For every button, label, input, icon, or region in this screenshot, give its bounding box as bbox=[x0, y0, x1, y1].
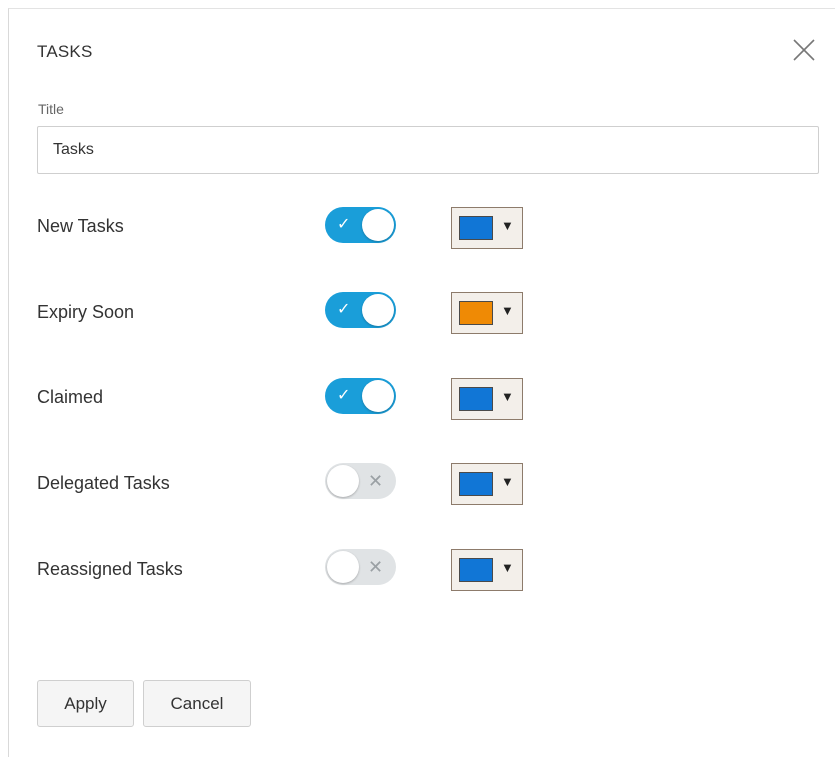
color-swatch bbox=[459, 472, 493, 496]
toggle-reassigned-tasks[interactable]: ✕ bbox=[325, 549, 396, 585]
caret-down-icon: ▼ bbox=[501, 303, 514, 318]
color-picker-expiry-soon[interactable]: ▼ bbox=[451, 292, 523, 334]
toggle-knob bbox=[327, 551, 359, 583]
row-label-expiry-soon: Expiry Soon bbox=[37, 302, 135, 322]
title-input[interactable] bbox=[37, 126, 819, 174]
check-icon: ✓ bbox=[337, 301, 351, 318]
color-picker-delegated-tasks[interactable]: ▼ bbox=[451, 463, 523, 505]
close-icon bbox=[793, 39, 815, 61]
row-label-reassigned-tasks: Reassigned Tasks bbox=[37, 559, 183, 579]
close-button[interactable] bbox=[792, 38, 816, 62]
tasks-dialog bbox=[8, 8, 835, 757]
title-field-label: Title bbox=[38, 101, 64, 117]
x-icon: ✕ bbox=[368, 557, 384, 577]
color-picker-new-tasks[interactable]: ▼ bbox=[451, 207, 523, 249]
x-icon: ✕ bbox=[368, 471, 384, 491]
toggle-claimed[interactable]: ✓ bbox=[325, 378, 396, 414]
toggle-knob bbox=[362, 209, 394, 241]
color-swatch bbox=[459, 301, 493, 325]
toggle-expiry-soon[interactable]: ✓ bbox=[325, 292, 396, 328]
check-icon: ✓ bbox=[337, 387, 351, 404]
color-swatch bbox=[459, 387, 493, 411]
check-icon: ✓ bbox=[337, 216, 351, 233]
toggle-new-tasks[interactable]: ✓ bbox=[325, 207, 396, 243]
toggle-knob bbox=[362, 294, 394, 326]
row-label-claimed: Claimed bbox=[37, 387, 104, 407]
toggle-delegated-tasks[interactable]: ✕ bbox=[325, 463, 396, 499]
toggle-knob bbox=[362, 380, 394, 412]
caret-down-icon: ▼ bbox=[501, 389, 514, 404]
toggle-knob bbox=[327, 465, 359, 497]
cancel-button[interactable]: Cancel bbox=[143, 680, 251, 727]
caret-down-icon: ▼ bbox=[501, 218, 514, 233]
apply-button[interactable]: Apply bbox=[37, 680, 134, 727]
row-label-delegated-tasks: Delegated Tasks bbox=[37, 473, 170, 493]
caret-down-icon: ▼ bbox=[501, 560, 514, 575]
dialog-title: TASKS bbox=[37, 42, 93, 61]
row-label-new-tasks: New Tasks bbox=[37, 216, 124, 236]
caret-down-icon: ▼ bbox=[501, 474, 514, 489]
color-picker-claimed[interactable]: ▼ bbox=[451, 378, 523, 420]
color-picker-reassigned-tasks[interactable]: ▼ bbox=[451, 549, 523, 591]
color-swatch bbox=[459, 558, 493, 582]
color-swatch bbox=[459, 216, 493, 240]
